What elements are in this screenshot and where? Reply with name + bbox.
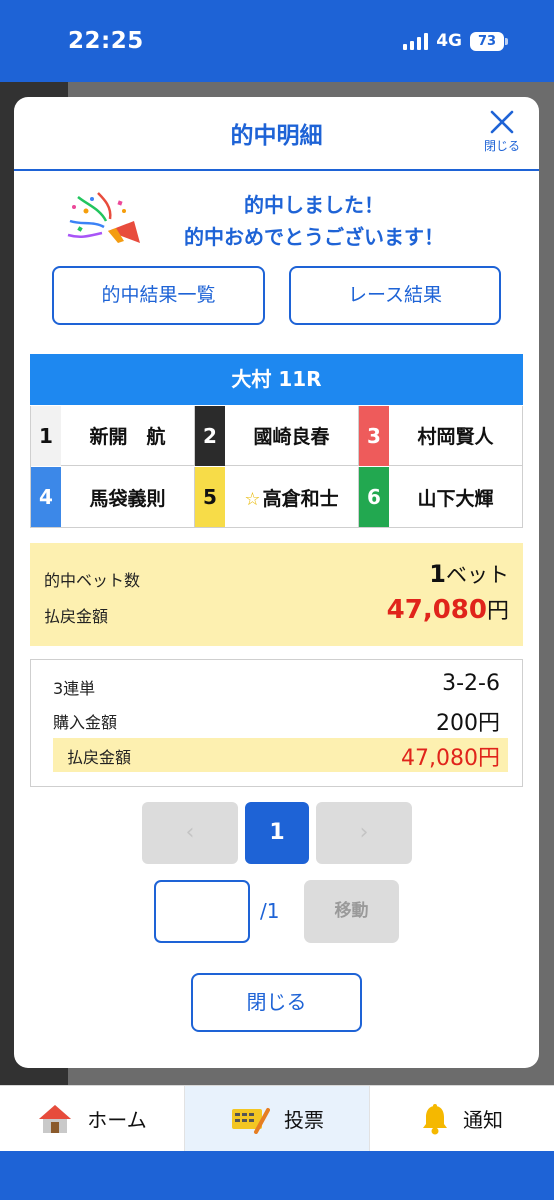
hit-bets-value: 1ベット [429, 560, 509, 588]
purchase-row: 購入金額 200円 [53, 703, 508, 737]
racer-5: 5 ☆ 高倉和士 [195, 467, 359, 527]
bet-detail: 3連単 3-2-6 購入金額 200円 払戻金額 47,080円 [30, 659, 523, 787]
racer-name: 村岡賢人 [417, 426, 494, 448]
hit-congrats: 的中おめでとうございます！ [184, 225, 444, 249]
status-indicators: 4G 73 [403, 31, 508, 51]
hit-bets-label: 的中ベット数 [44, 571, 141, 590]
racer-name: 山下大輝 [417, 487, 494, 510]
move-button[interactable]: 移動 [304, 880, 399, 943]
racer-number: 6 [359, 467, 389, 527]
page-total: /1 [260, 899, 280, 923]
modal-close-button[interactable]: 閉じる [477, 109, 527, 161]
payout-row: 払戻金額 47,080円 [53, 738, 508, 772]
battery-icon: 73 [470, 31, 508, 51]
modal-title: 的中明細 [230, 123, 323, 149]
page-number-input[interactable] [154, 880, 250, 943]
bottom-safe-area [0, 1152, 554, 1200]
racer-1: 1 新開 航 [31, 405, 195, 466]
bell-icon [423, 1103, 447, 1134]
purchase-value: 200円 [436, 711, 500, 736]
racer-number: 4 [31, 467, 61, 527]
race-result-button[interactable]: レース結果 [289, 266, 501, 325]
tab-bar: ホーム 投票 通知 [0, 1085, 554, 1151]
race-header: 大村 11R [30, 354, 523, 405]
tab-notifications[interactable]: 通知 [370, 1086, 554, 1151]
tab-vote[interactable]: 投票 [185, 1086, 370, 1151]
pager-prev-button[interactable]: ‹ [142, 802, 238, 864]
racer-2: 2 國崎良春 [195, 405, 359, 466]
payout-row-value: 47,080円 [401, 746, 500, 771]
racer-6: 6 山下大輝 [359, 467, 522, 527]
tab-label: 通知 [463, 1108, 503, 1132]
racer-name: 國崎良春 [253, 426, 330, 448]
tab-label: ホーム [87, 1108, 147, 1132]
racer-number: 5 [195, 467, 225, 527]
racer-name: 高倉和士 [262, 487, 339, 510]
signal-icon [403, 32, 429, 50]
bet-type-row: 3連単 3-2-6 [53, 669, 508, 703]
purchase-label: 購入金額 [53, 713, 118, 732]
racer-name: 新開 航 [89, 426, 166, 448]
network-type: 4G [436, 31, 462, 51]
payout-total: 47,080円 [386, 595, 509, 625]
hit-title: 的中しました！ [244, 193, 384, 217]
hit-detail-modal: 的中明細 閉じる 的中しました！ 的中おめでとうございます！ 的中結果一覧 レー… [14, 97, 539, 1068]
pager-next-button[interactable]: › [316, 802, 412, 864]
tab-label: 投票 [284, 1108, 324, 1132]
home-icon [39, 1104, 72, 1133]
hit-result-list-button[interactable]: 的中結果一覧 [52, 266, 265, 325]
racer-3: 3 村岡賢人 [359, 405, 522, 466]
modal-header: 的中明細 閉じる [14, 97, 539, 171]
racer-name: 馬袋義則 [89, 487, 166, 510]
racer-number: 3 [359, 405, 389, 466]
status-time: 22:25 [68, 28, 144, 54]
racer-4: 4 馬袋義則 [31, 467, 195, 527]
close-button[interactable]: 閉じる [191, 973, 362, 1032]
hit-message: 的中しました！ 的中おめでとうございます！ [64, 189, 504, 249]
battery-level: 73 [470, 31, 504, 51]
racer-number: 2 [195, 405, 225, 466]
party-popper-icon [67, 192, 140, 243]
hit-summary: 的中ベット数 1ベット 払戻金額 47,080円 [30, 543, 523, 646]
payout-row-label: 払戻金額 [67, 748, 132, 767]
close-label: 閉じる [483, 139, 520, 153]
pager-current-page[interactable]: 1 [245, 802, 309, 864]
tab-home[interactable]: ホーム [0, 1086, 185, 1151]
bet-combination: 3-2-6 [442, 671, 500, 696]
racer-name-with-star: ☆ 高倉和士 [225, 484, 358, 511]
betting-ticket-icon [232, 1107, 270, 1134]
star-icon: ☆ [244, 488, 261, 510]
racer-number: 1 [31, 405, 61, 466]
racer-grid: 1 新開 航 2 國崎良春 3 村岡賢人 4 馬袋義則 5 ☆ 高倉和士 6 山下… [30, 405, 523, 528]
bet-type: 3連単 [53, 679, 96, 698]
payout-label: 払戻金額 [44, 607, 109, 626]
status-bar: 22:25 4G 73 [0, 0, 554, 82]
close-icon [490, 110, 514, 134]
